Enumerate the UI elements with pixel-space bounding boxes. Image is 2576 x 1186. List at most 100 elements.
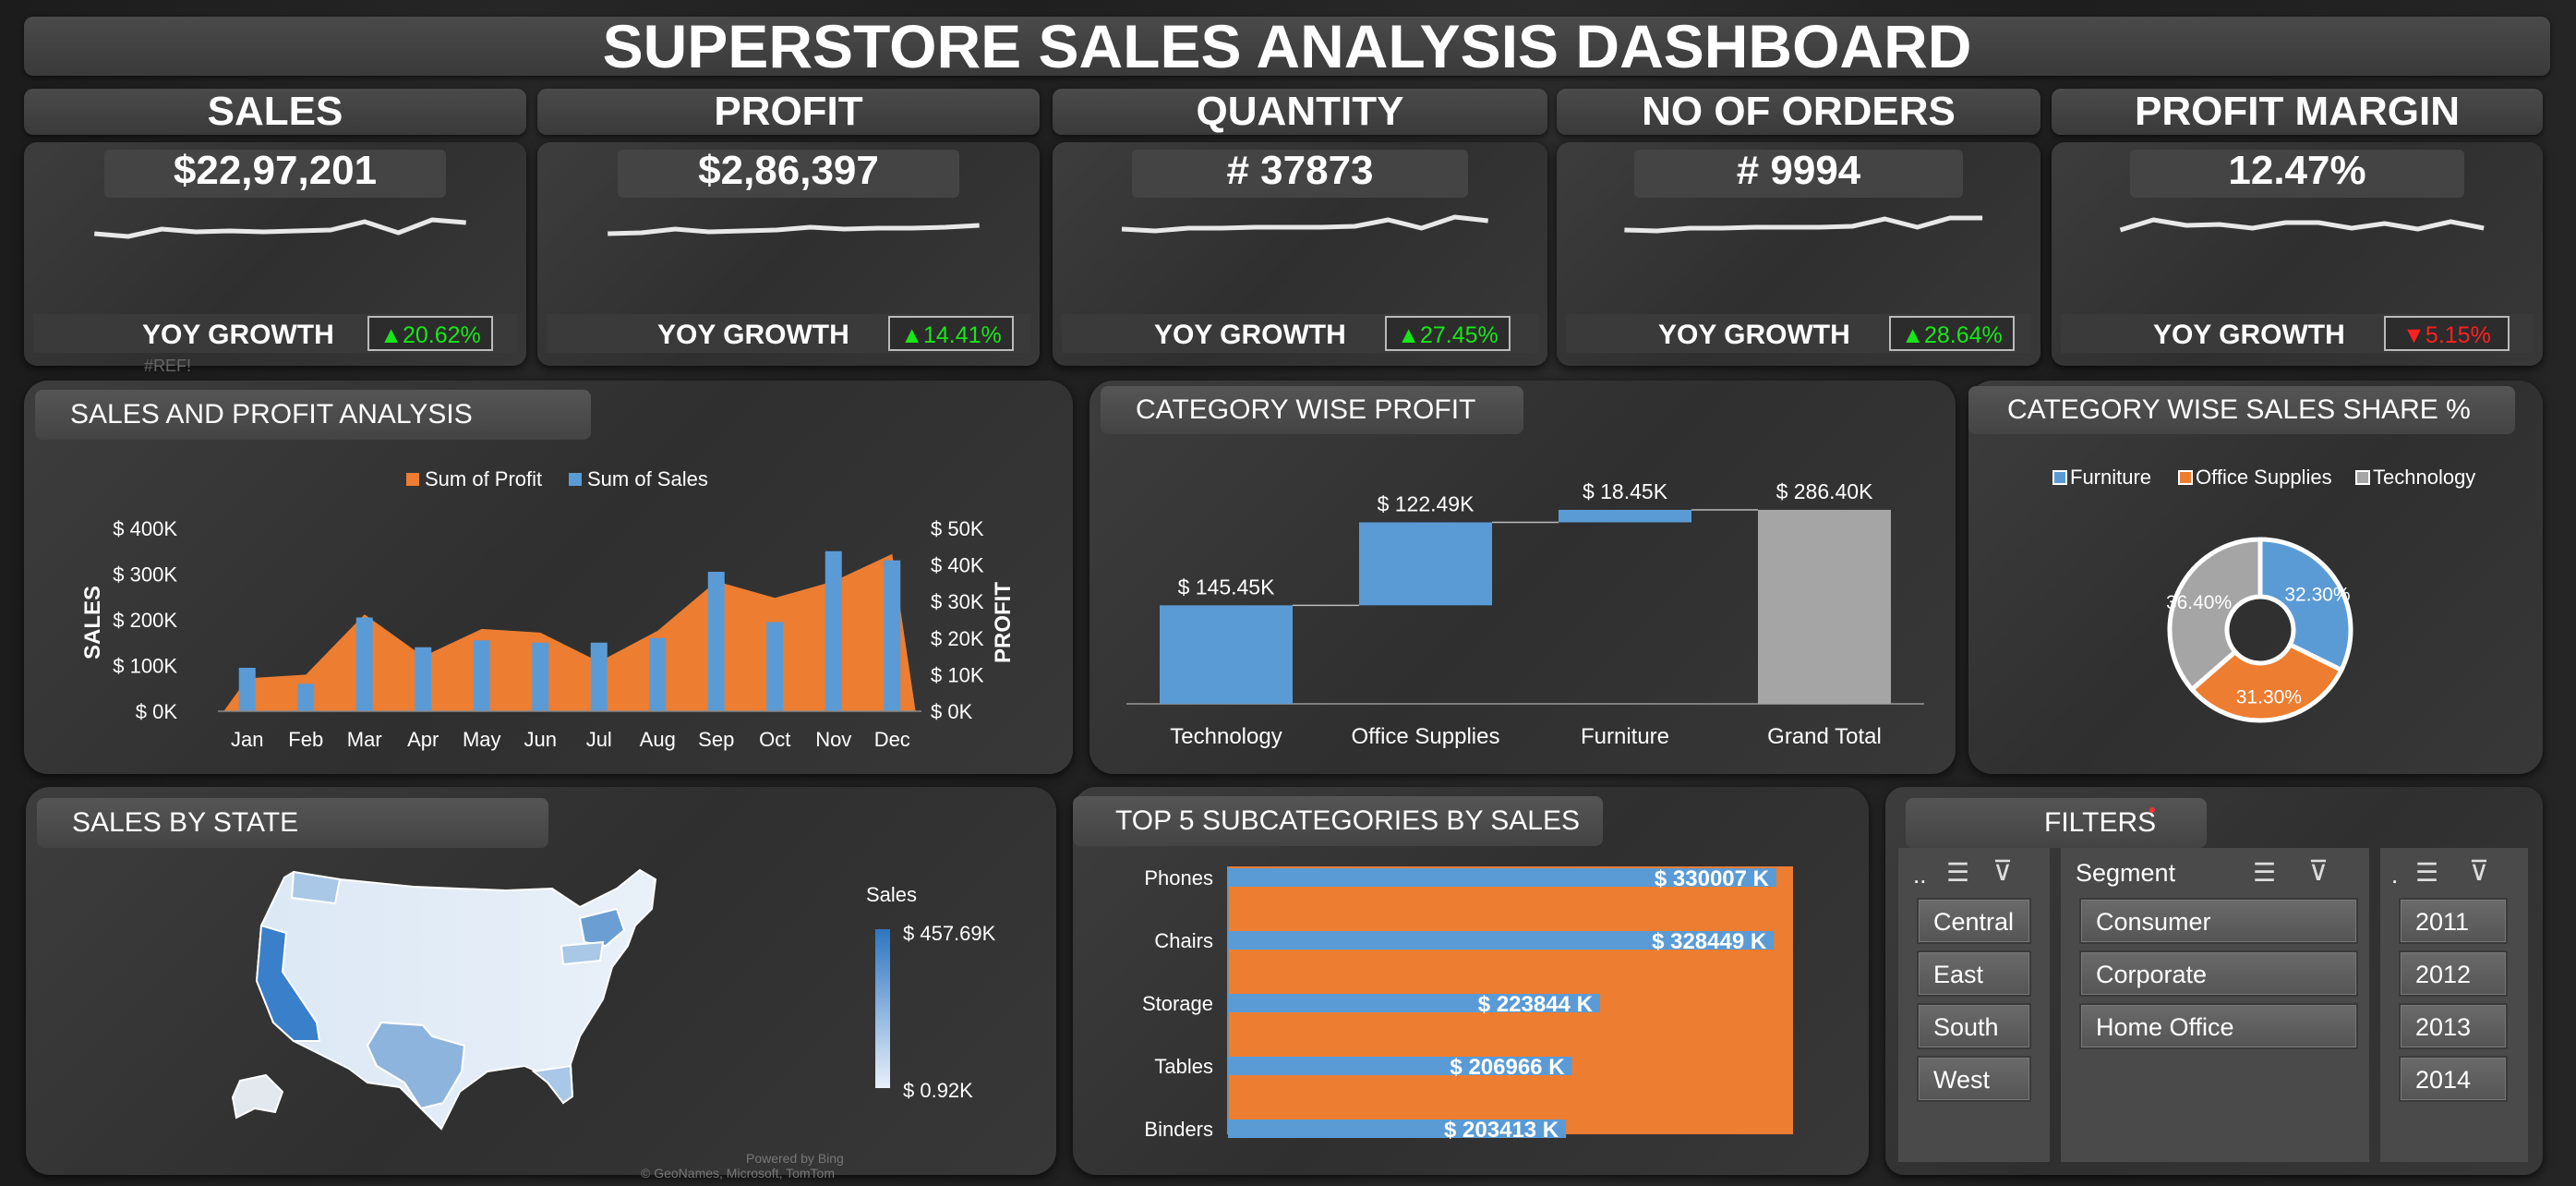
year-slicer: . ☰ ⊽ 2011 2012 2013 2014 bbox=[2380, 848, 2528, 1162]
multiselect-icon[interactable]: ☰ bbox=[2415, 857, 2438, 888]
kpi-ref-text: #REF! bbox=[144, 357, 192, 375]
slicer-button-segment[interactable]: Consumer bbox=[2079, 898, 2358, 944]
slicer-button-year[interactable]: 2012 bbox=[2399, 950, 2508, 997]
us-mainland-shape bbox=[255, 868, 657, 1131]
legend-label: Sum of Sales bbox=[587, 467, 708, 490]
dashboard-title: SUPERSTORE SALES ANALYSIS DASHBOARD bbox=[602, 12, 1972, 80]
category-label: Office Supplies bbox=[1352, 724, 1500, 749]
slicer-button-year[interactable]: 2013 bbox=[2399, 1003, 2508, 1049]
kpi-card: $22,97,201 YOY GROWTH ▲20.62% bbox=[24, 142, 526, 366]
data-label: $ 18.45K bbox=[1583, 479, 1668, 503]
kpi-sparkline bbox=[1624, 215, 1983, 234]
region-slicer-header: .. bbox=[1913, 861, 1927, 889]
sales-by-state-panel: SALES BY STATE Sales $ 457.69K $ 0.92K P… bbox=[26, 787, 1056, 1180]
legend-swatch bbox=[2052, 470, 2067, 485]
data-label: $ 122.49K bbox=[1378, 492, 1475, 516]
kpi-label: NO OF ORDERS bbox=[1642, 89, 1956, 134]
kpi-label: QUANTITY bbox=[1196, 89, 1404, 134]
sales-bar bbox=[532, 642, 549, 711]
yoy-label: YOY GROWTH bbox=[1658, 320, 1850, 350]
slicer-button-year[interactable]: 2014 bbox=[2399, 1056, 2508, 1102]
slicer-button-region[interactable]: West bbox=[1917, 1056, 2031, 1102]
kpi-header-3: NO OF ORDERS bbox=[1557, 89, 2040, 135]
sales-bar bbox=[649, 637, 667, 711]
slicer-button-segment[interactable]: Home Office bbox=[2079, 1003, 2358, 1049]
clear-filter-icon[interactable]: ⊽ bbox=[2308, 855, 2329, 888]
yoy-label: YOY GROWTH bbox=[142, 320, 334, 350]
clear-filter-icon[interactable]: ⊽ bbox=[1992, 855, 2013, 888]
sales-bar bbox=[415, 647, 432, 711]
legend-label: Technology bbox=[2373, 466, 2475, 489]
slicer-button-segment[interactable]: Corporate bbox=[2079, 950, 2358, 997]
map-credit-geonames: © GeoNames, Microsoft, TomTom bbox=[641, 1166, 835, 1180]
kpi-header-1: PROFIT bbox=[537, 89, 1040, 135]
sparkline-line bbox=[2119, 217, 2485, 233]
category-label: Binders bbox=[1144, 1118, 1213, 1141]
legend-swatch bbox=[2178, 470, 2193, 485]
x-tick-label: Jan bbox=[231, 728, 263, 751]
sales-bar bbox=[590, 642, 608, 711]
kpi-card: # 9994 YOY GROWTH ▲28.64% bbox=[1557, 142, 2040, 366]
x-tick-label: Aug bbox=[640, 728, 676, 751]
sales-bar bbox=[297, 684, 315, 711]
waterfall-bar bbox=[1758, 509, 1891, 704]
kpi-card: 12.47% YOY GROWTH ▼5.15% bbox=[2052, 142, 2543, 366]
x-tick-label: Jul bbox=[586, 728, 612, 751]
alaska-shape bbox=[231, 1073, 284, 1119]
map-legend-title: Sales bbox=[866, 883, 918, 906]
slice-label: 36.40% bbox=[2166, 592, 2232, 613]
kpi-sparkline bbox=[608, 223, 980, 236]
kpi-header-0: SALES bbox=[24, 89, 526, 135]
slicer-button-region[interactable]: Central bbox=[1917, 898, 2031, 944]
slicer-button-region[interactable]: South bbox=[1917, 1003, 2031, 1049]
sparkline-line bbox=[1624, 215, 1983, 234]
sales-bar bbox=[707, 572, 725, 711]
filters-panel: FILTERS .. ☰ ⊽ Central East South West Segm… bbox=[1885, 787, 2543, 1175]
legend-label: Office Supplies bbox=[2196, 466, 2332, 489]
y2-tick-label: $ 0K bbox=[931, 700, 973, 723]
sales-bar bbox=[238, 667, 256, 711]
kpi-sparkline bbox=[93, 217, 466, 239]
category-label: Storage bbox=[1142, 992, 1213, 1015]
sparkline-line bbox=[608, 223, 980, 236]
x-tick-label: Mar bbox=[347, 728, 382, 751]
slicer-button-year[interactable]: 2011 bbox=[2399, 898, 2508, 944]
kpi-header-4: PROFIT MARGIN bbox=[2052, 89, 2543, 135]
multiselect-icon[interactable]: ☰ bbox=[1946, 857, 1969, 888]
sparkline-line bbox=[1121, 214, 1488, 234]
data-label: $ 145.45K bbox=[1178, 575, 1276, 599]
sales-bar bbox=[473, 640, 490, 711]
kpi-sparkline bbox=[2119, 217, 2485, 233]
bar-value-label: $ 223844 K bbox=[1478, 992, 1594, 1017]
top5-panel: TOP 5 SUBCATEGORIES BY SALES $ 330007 KP… bbox=[1073, 787, 1869, 1175]
clear-filter-icon[interactable]: ⊽ bbox=[2469, 855, 2489, 888]
sales-bar bbox=[766, 622, 784, 711]
sales-bar bbox=[355, 617, 373, 711]
legend-swatch bbox=[2355, 470, 2370, 485]
kpi-label: PROFIT bbox=[714, 89, 863, 134]
data-label: $ 286.40K bbox=[1776, 479, 1874, 503]
sales-by-state-title: SALES BY STATE bbox=[37, 798, 548, 848]
category-share-chart: 32.30% 31.30% 36.40% Furniture Office Suppli… bbox=[2052, 466, 2475, 723]
y-tick-label: $ 400K bbox=[113, 517, 177, 540]
year-slicer-header: . bbox=[2391, 861, 2399, 889]
kpi-header-2: QUANTITY bbox=[1053, 89, 1547, 135]
bar-value-label: $ 328449 K bbox=[1652, 929, 1767, 954]
x-tick-label: Oct bbox=[759, 728, 790, 751]
yoy-value: ▲27.45% bbox=[1385, 316, 1511, 351]
pennsylvania-shape bbox=[560, 940, 605, 966]
category-label: Tables bbox=[1154, 1055, 1213, 1078]
map-legend-gradient bbox=[875, 929, 890, 1088]
slicer-button-region[interactable]: East bbox=[1917, 950, 2031, 997]
sales-bar bbox=[825, 551, 842, 711]
kpi-card: # 37873 YOY GROWTH ▲27.45% bbox=[1053, 142, 1547, 366]
sales-profit-panel: SALES AND PROFIT ANALYSIS Jan Feb Mar Apr Ma… bbox=[24, 381, 1073, 774]
kpi-value: # 37873 bbox=[1226, 148, 1374, 193]
yoy-value: ▲20.62% bbox=[367, 316, 493, 351]
y2-tick-label: $ 40K bbox=[931, 554, 984, 577]
waterfall-bar bbox=[1359, 522, 1492, 606]
category-label: Grand Total bbox=[1767, 724, 1882, 749]
waterfall-bar bbox=[1160, 605, 1293, 704]
sparkline-line bbox=[93, 217, 466, 239]
multiselect-icon[interactable]: ☰ bbox=[2253, 857, 2276, 888]
